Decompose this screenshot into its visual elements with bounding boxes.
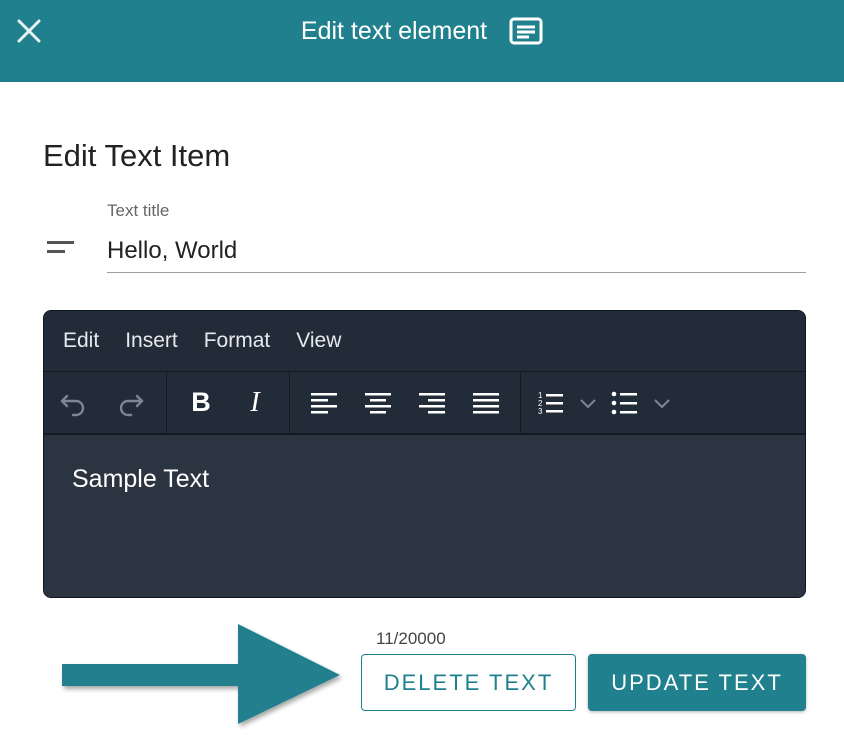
svg-text:3: 3 <box>538 407 543 416</box>
header-title: Edit text element <box>300 16 488 45</box>
text-title-input[interactable] <box>107 230 806 273</box>
align-center-button[interactable] <box>351 372 405 433</box>
short-text-icon <box>47 241 74 253</box>
bold-button[interactable]: B <box>174 372 228 433</box>
numbered-list-icon: 1 2 3 <box>538 391 563 416</box>
update-text-button[interactable]: UPDATE TEXT <box>588 654 806 711</box>
bulleted-list-dropdown[interactable] <box>649 372 675 433</box>
formatting-group: B I <box>167 372 290 433</box>
align-left-icon <box>311 392 337 413</box>
align-center-icon <box>365 392 391 413</box>
align-justify-button[interactable] <box>459 372 513 433</box>
undo-icon <box>60 394 85 416</box>
menu-format[interactable]: Format <box>204 329 271 353</box>
menu-view[interactable]: View <box>296 329 341 353</box>
header-title-wrap: Edit text element <box>0 0 844 62</box>
italic-icon: I <box>250 386 260 418</box>
editor-menubar: Edit Insert Format View <box>44 311 805 372</box>
menu-edit[interactable]: Edit <box>63 329 99 353</box>
redo-icon <box>119 394 144 416</box>
chevron-down-icon <box>580 398 596 408</box>
undo-button[interactable] <box>44 372 102 433</box>
arrow-right-icon <box>62 624 340 724</box>
alignment-group <box>290 372 521 433</box>
bold-icon: B <box>191 387 211 417</box>
text-title-label: Text title <box>107 201 170 220</box>
text-snippet-icon <box>509 17 543 45</box>
align-left-button[interactable] <box>297 372 351 433</box>
italic-button[interactable]: I <box>228 372 282 433</box>
page-title: Edit Text Item <box>43 138 231 173</box>
numbered-list-button[interactable]: 1 2 3 <box>527 372 575 433</box>
delete-text-button[interactable]: DELETE TEXT <box>361 654 576 711</box>
history-group <box>44 372 167 433</box>
editor-toolbar: B I 1 2 3 <box>44 372 805 435</box>
align-right-icon <box>419 392 445 413</box>
align-right-button[interactable] <box>405 372 459 433</box>
character-counter: 11/20000 <box>376 629 446 648</box>
align-justify-icon <box>473 392 499 413</box>
menu-insert[interactable]: Insert <box>125 329 178 353</box>
bulleted-list-button[interactable] <box>601 372 649 433</box>
chevron-down-icon <box>654 398 670 408</box>
dialog-header: Edit text element <box>0 0 844 82</box>
bulleted-list-icon <box>611 391 637 414</box>
rich-text-editor: Edit Insert Format View B I 1 2 3 Sample… <box>43 310 806 598</box>
numbered-list-dropdown[interactable] <box>575 372 601 433</box>
redo-button[interactable] <box>102 372 160 433</box>
list-group: 1 2 3 <box>521 372 675 433</box>
editor-content[interactable]: Sample Text <box>44 435 805 597</box>
